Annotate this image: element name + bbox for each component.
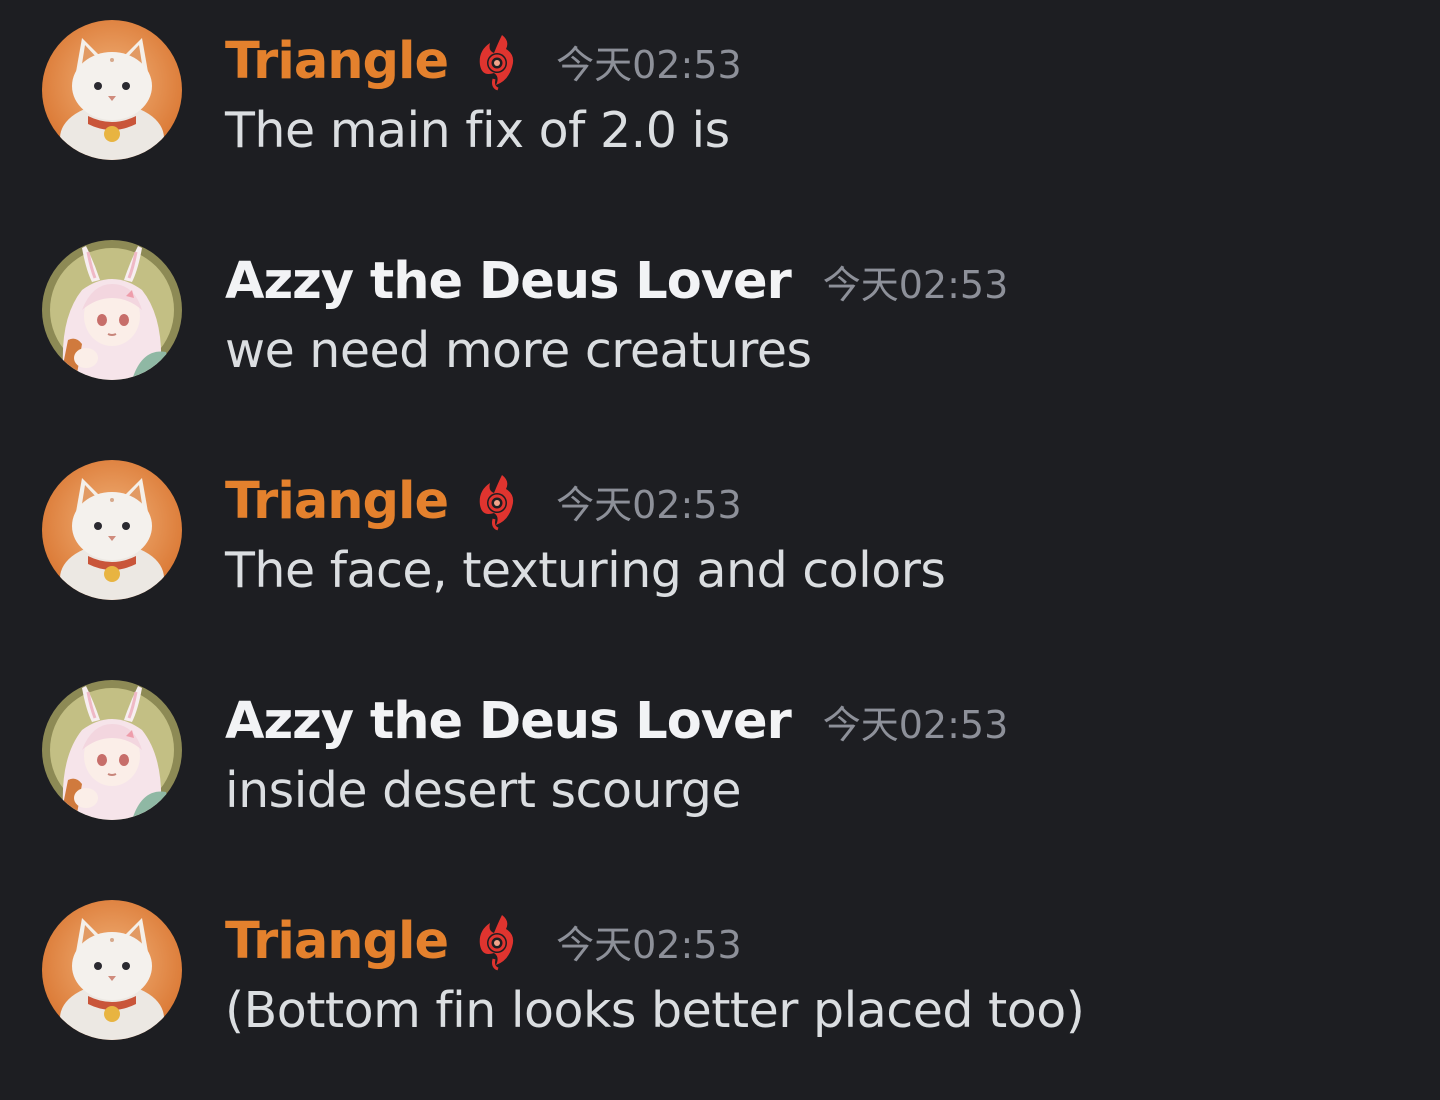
timestamp: 今天02:53 <box>822 262 1009 307</box>
username[interactable]: Triangle <box>225 912 449 971</box>
message-text: inside desert scourge <box>225 762 742 819</box>
message-header: Azzy the Deus Lover 今天02:53 <box>225 246 1008 316</box>
message-text: we need more creatures <box>225 322 812 379</box>
cat-avatar[interactable] <box>42 900 182 1040</box>
message-text: (Bottom fin looks better placed too) <box>225 982 1085 1039</box>
username[interactable]: Triangle <box>225 472 449 531</box>
message-text: The face, texturing and colors <box>225 542 946 599</box>
message-header: Triangle 今天02:53 <box>225 466 742 536</box>
flame-badge-icon[interactable] <box>472 31 522 91</box>
message-header: Triangle 今天02:53 <box>225 26 742 96</box>
cat-avatar[interactable] <box>42 460 182 600</box>
cat-avatar[interactable] <box>42 20 182 160</box>
timestamp: 今天02:53 <box>556 42 742 87</box>
message-header: Triangle 今天02:53 <box>225 906 742 976</box>
username[interactable]: Azzy the Deus Lover <box>225 692 792 751</box>
username[interactable]: Triangle <box>225 32 449 91</box>
chat-message-list[interactable]: Triangle 今天02:53 The main fix of 2.0 is <box>0 0 1440 1091</box>
message-text: The main fix of 2.0 is <box>225 102 730 159</box>
chat-message[interactable]: Triangle 今天02:53 The main fix of 2.0 is <box>0 20 1440 220</box>
chat-message[interactable]: Triangle 今天02:53 (Bottom fin looks bette… <box>0 900 1440 1100</box>
timestamp: 今天02:53 <box>556 922 742 967</box>
message-header: Azzy the Deus Lover 今天02:53 <box>225 686 1008 756</box>
username[interactable]: Azzy the Deus Lover <box>225 252 792 311</box>
anime-bunny-girl-avatar[interactable] <box>42 680 182 820</box>
flame-badge-icon[interactable] <box>472 471 522 531</box>
chat-message[interactable]: Triangle 今天02:53 The face, texturing and… <box>0 460 1440 660</box>
flame-badge-icon[interactable] <box>472 911 522 971</box>
anime-bunny-girl-avatar[interactable] <box>42 240 182 380</box>
chat-message[interactable]: Azzy the Deus Lover 今天02:53 we need more… <box>0 240 1440 440</box>
timestamp: 今天02:53 <box>822 702 1009 747</box>
chat-message[interactable]: Azzy the Deus Lover 今天02:53 inside deser… <box>0 680 1440 880</box>
timestamp: 今天02:53 <box>556 482 742 527</box>
